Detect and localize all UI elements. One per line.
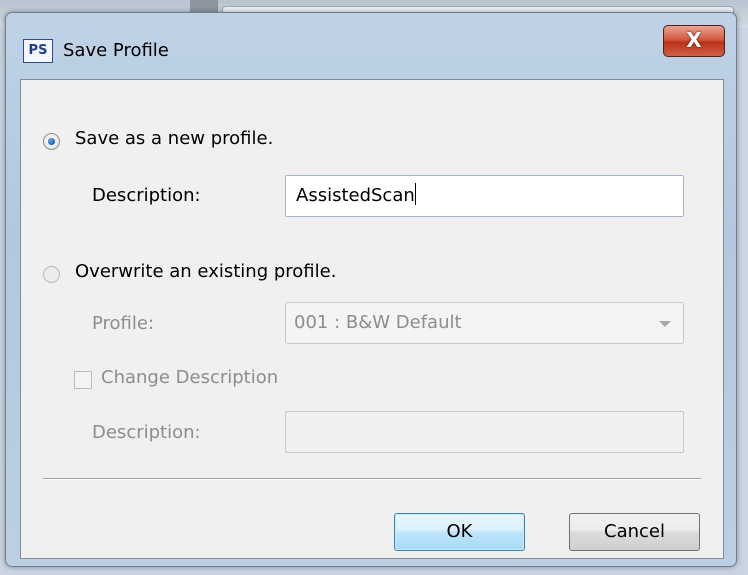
dialog-title: Save Profile — [63, 40, 169, 61]
overwrite-label[interactable]: Overwrite an existing profile. — [75, 261, 336, 282]
save-new-label[interactable]: Save as a new profile. — [75, 128, 273, 149]
change-description-label[interactable]: Change Description — [101, 367, 278, 388]
new-description-label: Description: — [92, 185, 201, 206]
ps-app-icon: PS — [23, 39, 53, 63]
chevron-down-icon — [659, 321, 671, 327]
change-description-checkbox[interactable] — [74, 371, 92, 389]
close-icon: X — [686, 28, 702, 52]
ok-button[interactable]: OK — [394, 513, 525, 551]
new-description-value: AssistedScan — [296, 185, 415, 206]
separator — [43, 478, 701, 480]
profile-select[interactable]: 001 : B&W Default — [285, 302, 684, 344]
title-bar[interactable]: PS Save Profile X — [6, 13, 736, 75]
profile-label: Profile: — [92, 313, 155, 334]
close-button[interactable]: X — [663, 25, 725, 57]
overwrite-description-input[interactable] — [285, 411, 684, 453]
overwrite-description-label: Description: — [92, 422, 201, 443]
save-profile-dialog: PS Save Profile X Save as a new profile.… — [5, 12, 737, 567]
profile-select-value: 001 : B&W Default — [294, 312, 462, 333]
new-description-input[interactable]: AssistedScan — [285, 175, 684, 217]
overwrite-radio[interactable] — [43, 266, 60, 283]
dialog-content: Save as a new profile. Description: Assi… — [20, 79, 724, 559]
save-new-radio[interactable] — [43, 133, 60, 150]
cancel-button[interactable]: Cancel — [569, 513, 700, 551]
text-caret — [414, 183, 416, 205]
